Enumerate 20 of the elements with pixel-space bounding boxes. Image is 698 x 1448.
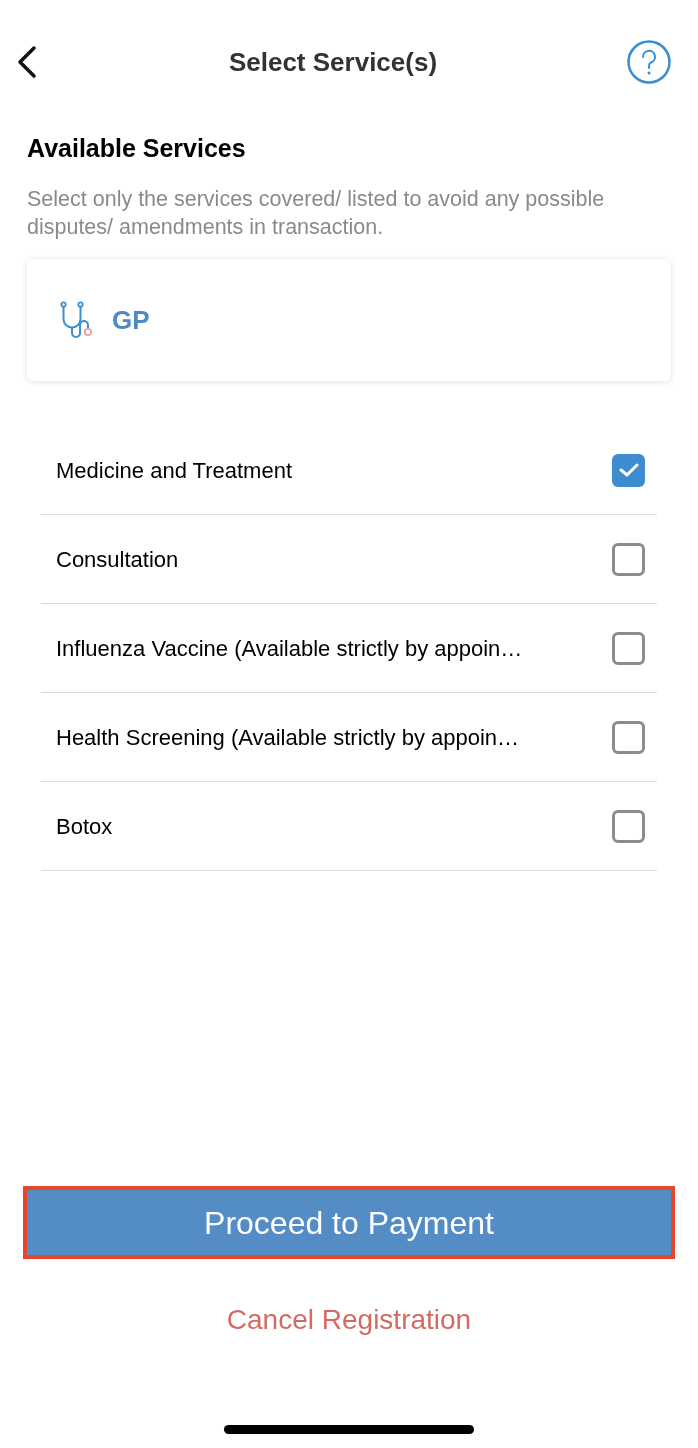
checkbox[interactable] <box>612 453 645 487</box>
page-title: Select Service(s) <box>228 45 438 79</box>
service-label: Health Screening (Available strictly by appoin… <box>56 723 520 752</box>
cancel-link[interactable]: Cancel Registration <box>226 1299 472 1341</box>
proceed-button[interactable]: Proceed to Payment <box>23 1186 675 1259</box>
category-label: GP <box>112 303 150 337</box>
checkbox[interactable] <box>612 720 645 754</box>
section-heading: Available Services <box>27 133 247 163</box>
checkbox[interactable] <box>612 631 645 665</box>
service-label: Consultation <box>56 545 179 574</box>
category-card[interactable]: GP <box>27 259 671 381</box>
checkbox[interactable] <box>612 809 645 843</box>
checkbox[interactable] <box>612 542 645 576</box>
stethoscope-icon <box>60 301 94 339</box>
check-icon <box>618 462 639 478</box>
help-icon[interactable] <box>626 39 672 85</box>
section-description: Select only the services covered/ listed to avoid any possible disputes/ amendments in transaction. <box>27 186 606 241</box>
service-label: Botox <box>56 812 113 841</box>
service-label: Influenza Vaccine (Available strictly by appoin… <box>56 634 523 663</box>
service-label: Medicine and Treatment <box>56 456 293 485</box>
